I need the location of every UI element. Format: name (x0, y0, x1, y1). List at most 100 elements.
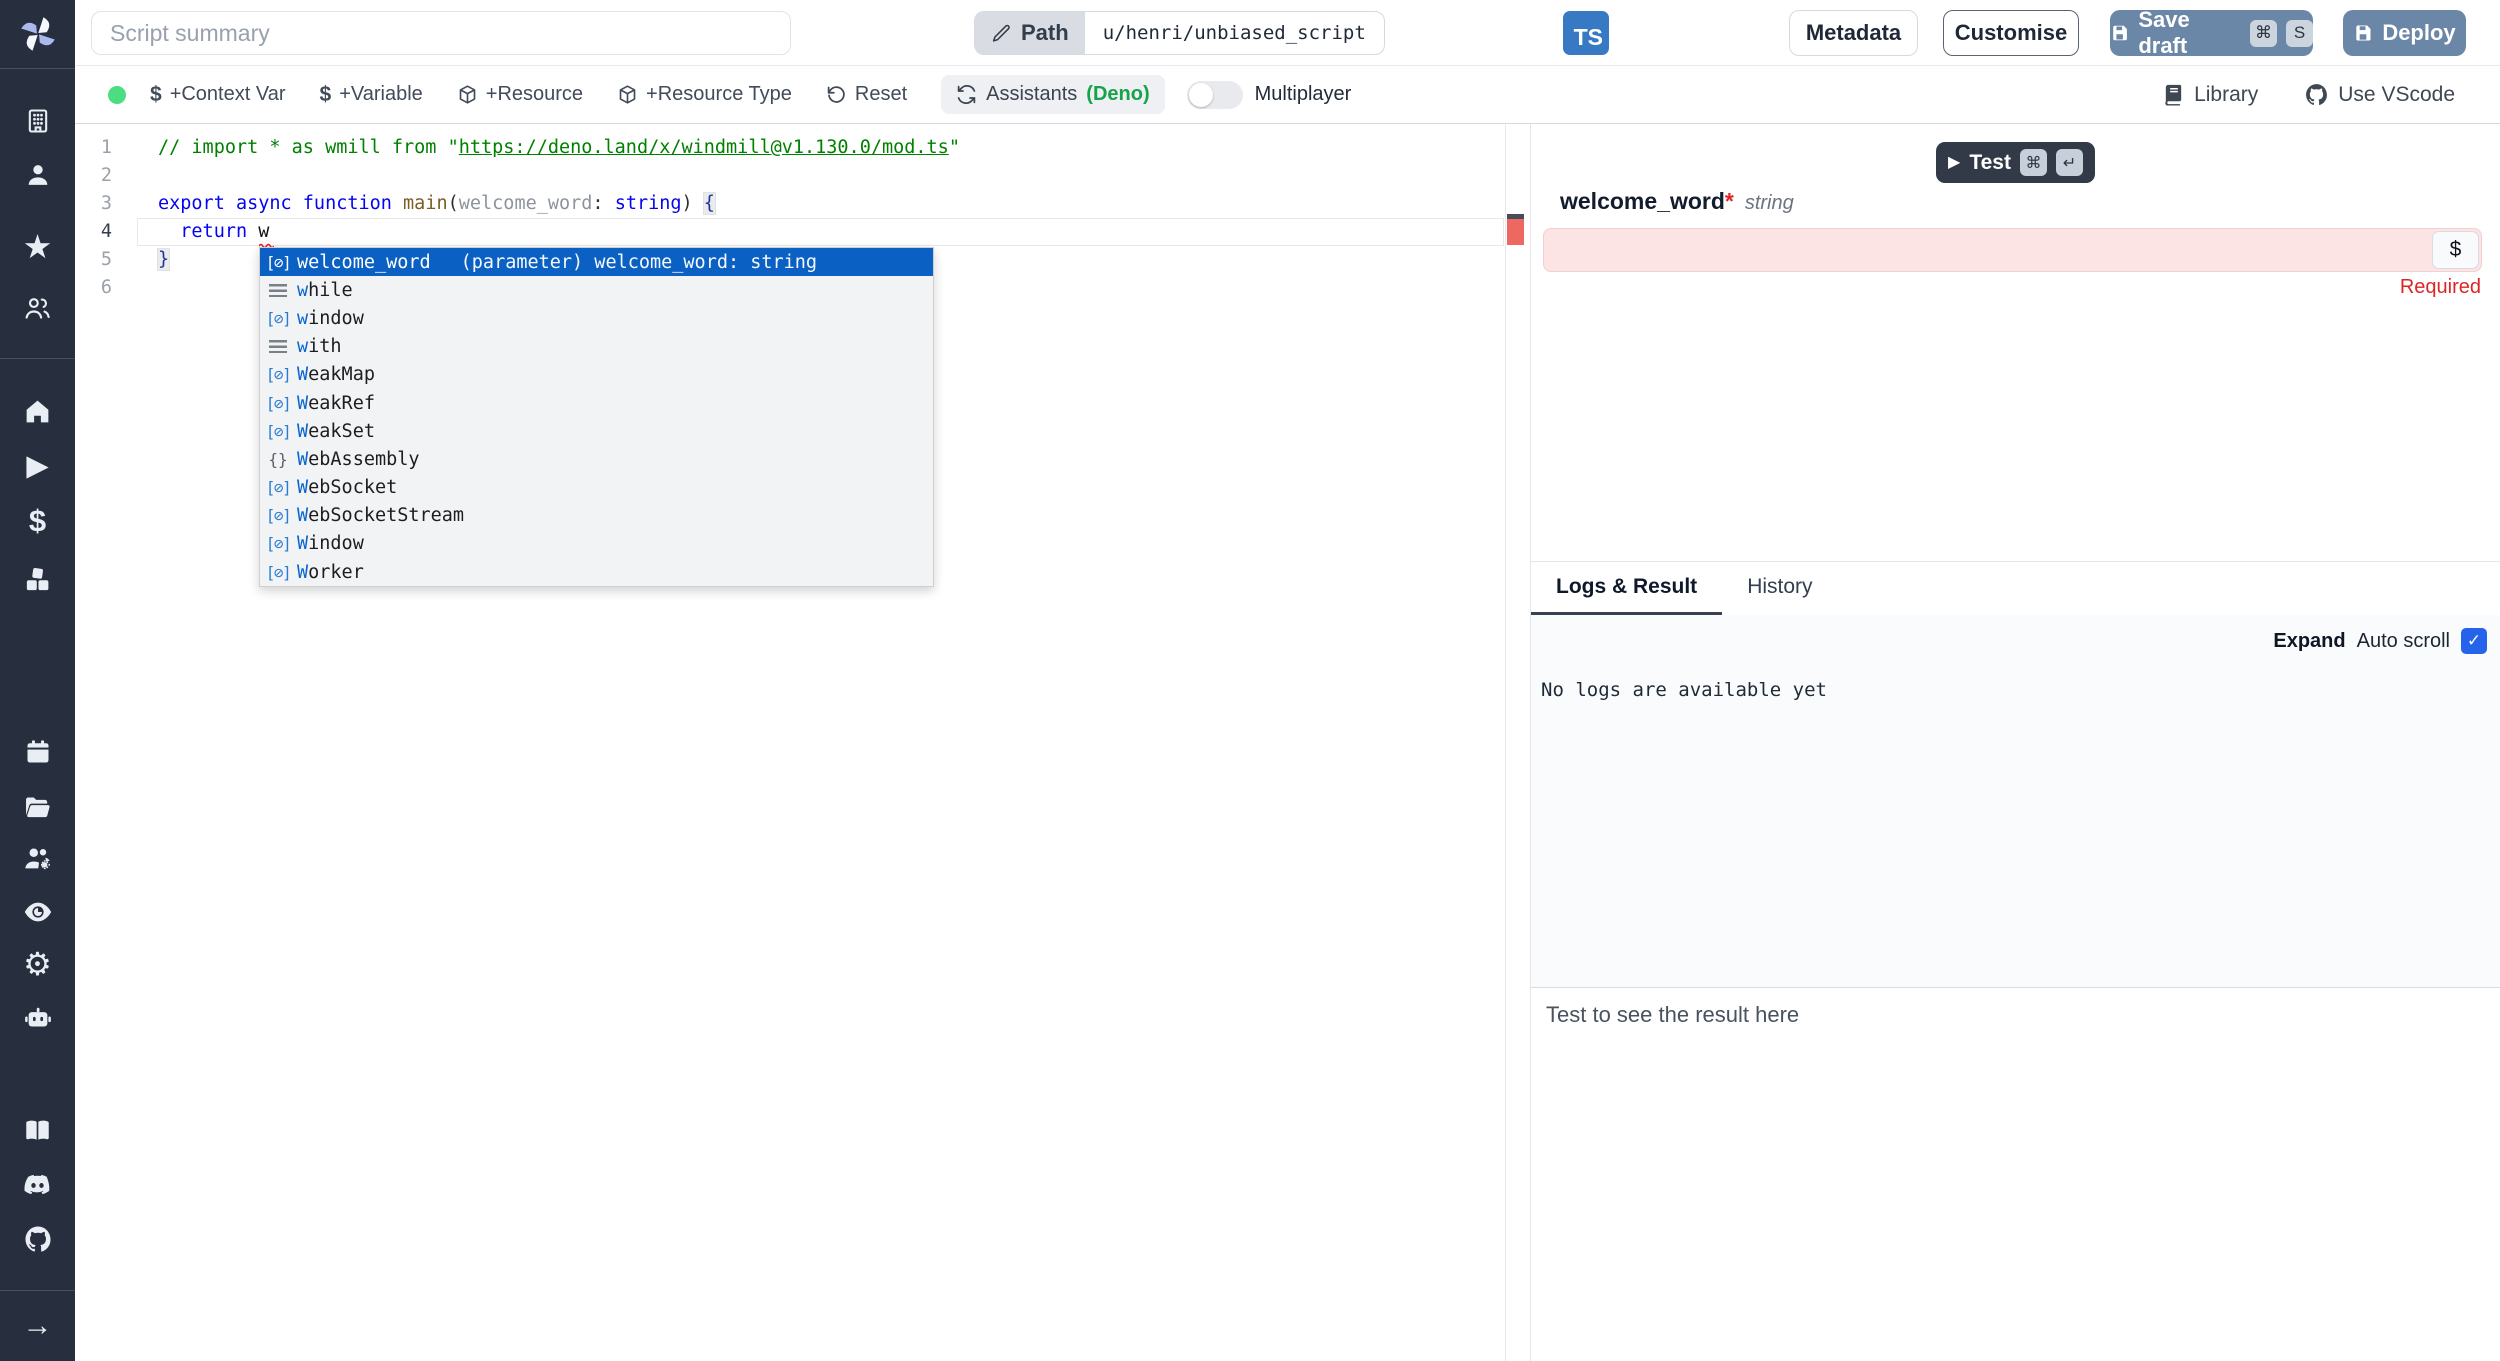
code-line[interactable]: export async function main(welcome_word:… (158, 190, 1500, 218)
calendar-icon (24, 738, 52, 766)
add-resource-type-button[interactable]: +Resource Type (617, 83, 792, 106)
test-panel: ▶ Test ⌘ ↵ welcome_word * string $ Requi… (1530, 124, 2500, 1361)
sidebar-nav-folders[interactable] (0, 790, 75, 824)
suggest-item[interactable]: [⊘]Worker (260, 558, 933, 586)
symbol-keyword-icon (265, 284, 291, 297)
symbol-variable-icon: [⊘] (265, 365, 291, 384)
star-icon: ★ (23, 232, 53, 262)
sidebar-divider (0, 68, 75, 69)
reset-button[interactable]: Reset (826, 83, 907, 106)
multiplayer-toggle[interactable] (1187, 81, 1243, 109)
github-icon (23, 1224, 53, 1254)
package-icon (617, 84, 638, 105)
windmill-logo[interactable] (0, 8, 75, 60)
argument-header: welcome_word * string (1560, 188, 1794, 215)
save-draft-button[interactable]: Save draft ⌘ S (2110, 10, 2313, 56)
add-variable-label: +Variable (339, 83, 423, 106)
library-label: Library (2194, 83, 2258, 107)
line-number: 5 (75, 246, 112, 274)
tab-logs-result-label: Logs & Result (1556, 575, 1697, 598)
suggest-item[interactable]: {}WebAssembly (260, 445, 933, 473)
logs-controls: Expand Auto scroll ✓ (2273, 628, 2487, 654)
symbol-variable-icon: [⊘] (265, 394, 291, 413)
code-line[interactable]: return w (158, 218, 1500, 246)
sidebar-nav-resources[interactable] (0, 562, 75, 596)
suggest-item[interactable]: [⊘]WeakRef (260, 389, 933, 417)
symbol-module-icon: {} (265, 450, 291, 469)
play-icon: ▶ (26, 451, 48, 481)
sidebar-nav-discord[interactable] (0, 1167, 75, 1201)
script-summary-input[interactable] (91, 11, 791, 55)
code-editor[interactable]: 123456 // import * as wmill from "https:… (75, 124, 1530, 1361)
suggest-item[interactable]: [⊘]Window (260, 530, 933, 558)
suggest-item[interactable]: [⊘]WeakSet (260, 417, 933, 445)
script-path-value[interactable]: u/henri/unbiased_script (1085, 12, 1384, 54)
argument-name: welcome_word (1560, 188, 1725, 215)
metadata-button[interactable]: Metadata (1789, 10, 1918, 56)
tab-history[interactable]: History (1722, 562, 1837, 615)
sidebar-nav-workspace[interactable] (0, 104, 75, 138)
sidebar-nav-user[interactable] (0, 158, 75, 192)
suggest-item[interactable]: [⊘]WebSocket (260, 474, 933, 502)
sidebar-nav-settings[interactable]: ⚙ (0, 947, 75, 981)
sidebar-nav-docs[interactable] (0, 1113, 75, 1147)
sidebar-nav-community[interactable] (0, 291, 75, 325)
dollar-icon: $ (2450, 238, 2462, 262)
suggest-item[interactable]: [⊘]WeakMap (260, 361, 933, 389)
test-button[interactable]: ▶ Test ⌘ ↵ (1936, 142, 2095, 183)
suggest-item[interactable]: [⊘]welcome_word(parameter) welcome_word:… (260, 248, 933, 276)
play-icon: ▶ (1948, 155, 1960, 171)
add-resource-label: +Resource (486, 83, 583, 106)
assistants-button[interactable]: Assistants (Deno) (941, 75, 1164, 114)
use-vscode-button[interactable]: Use VScode (2304, 82, 2455, 107)
add-context-var-button[interactable]: $ +Context Var (150, 83, 286, 107)
library-button[interactable]: Library (2162, 83, 2258, 107)
code-line[interactable] (158, 162, 1500, 190)
add-variable-button[interactable]: $ +Variable (320, 83, 423, 107)
add-resource-button[interactable]: +Resource (457, 83, 583, 106)
typescript-badge: TS (1563, 11, 1609, 55)
line-number: 2 (75, 162, 112, 190)
expand-button[interactable]: Expand (2273, 630, 2345, 653)
logs-area: Expand Auto scroll ✓ No logs are availab… (1531, 615, 2500, 987)
sidebar-nav-favorites[interactable]: ★ (0, 230, 75, 264)
argument-type: string (1745, 192, 1794, 215)
symbol-variable-icon: [⊘] (265, 309, 291, 328)
add-resource-type-label: +Resource Type (646, 83, 792, 106)
suggest-item[interactable]: [⊘]window (260, 304, 933, 332)
argument-input[interactable] (1543, 228, 2482, 272)
deploy-label: Deploy (2382, 20, 2455, 46)
sidebar-nav-variables[interactable]: $ (0, 504, 75, 538)
sidebar-nav-workers[interactable] (0, 1002, 75, 1036)
dollar-icon: $ (29, 506, 46, 536)
check-icon: ✓ (2467, 631, 2481, 651)
tab-logs-result[interactable]: Logs & Result (1531, 562, 1722, 615)
customise-button[interactable]: Customise (1943, 10, 2079, 56)
suggest-item[interactable]: [⊘]WebSocketStream (260, 502, 933, 530)
insert-variable-button[interactable]: $ (2432, 231, 2479, 269)
sidebar-expand[interactable]: → (0, 1309, 75, 1343)
boxes-icon (23, 565, 52, 594)
sidebar-nav-groups[interactable] (0, 842, 75, 876)
deploy-button[interactable]: Deploy (2343, 10, 2466, 56)
refresh-icon (956, 84, 977, 105)
overview-ruler-border (1505, 124, 1506, 1361)
sidebar-nav-audit-logs[interactable] (0, 895, 75, 929)
path-button[interactable]: Path (975, 12, 1085, 54)
symbol-variable-icon: [⊘] (265, 534, 291, 553)
use-vscode-label: Use VScode (2338, 83, 2455, 107)
kbd-cmd: ⌘ (2020, 149, 2047, 176)
sidebar-nav-github[interactable] (0, 1222, 75, 1256)
users-gear-icon (23, 844, 53, 874)
suggest-item[interactable]: while (260, 276, 933, 304)
line-number: 4 (75, 218, 112, 246)
sidebar-nav-runs[interactable]: ▶ (0, 449, 75, 483)
sidebar-nav-schedules[interactable] (0, 735, 75, 769)
folder-open-icon (23, 793, 52, 822)
suggest-item[interactable]: with (260, 333, 933, 361)
overview-ruler-error-mark (1507, 219, 1524, 245)
code-line[interactable]: // import * as wmill from "https://deno.… (158, 134, 1500, 162)
sidebar-nav-home[interactable] (0, 394, 75, 428)
save-icon (2110, 23, 2129, 43)
autoscroll-checkbox[interactable]: ✓ (2461, 628, 2487, 654)
